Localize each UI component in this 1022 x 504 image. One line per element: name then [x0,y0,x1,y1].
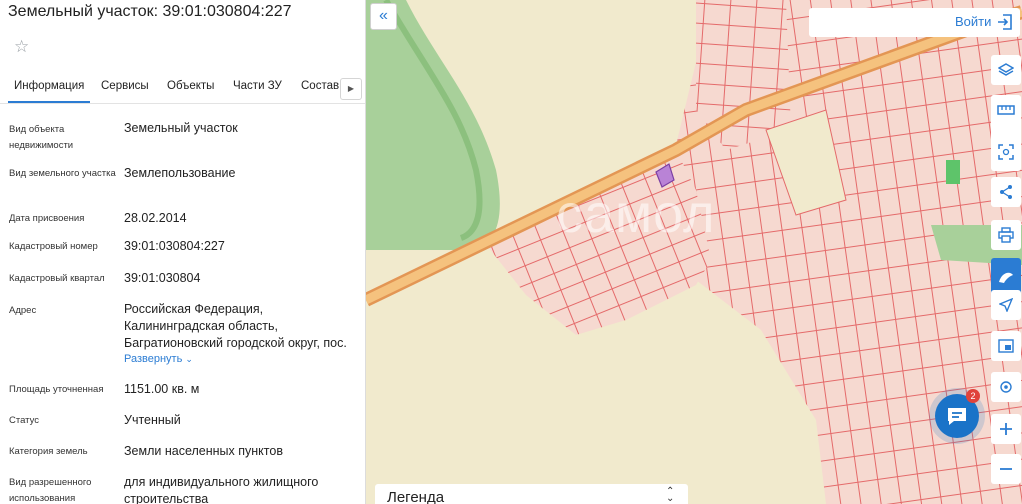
locate-icon[interactable] [991,290,1021,320]
value-land-category: Земли населенных пунктов [124,444,283,458]
expand-link[interactable]: Развернуть ⌄ [124,353,193,365]
label-cadastral-number: Кадастровый номер [9,241,98,252]
minimap-icon[interactable] [991,331,1021,361]
print-icon[interactable] [991,220,1021,250]
zoom-in-icon[interactable] [991,414,1021,444]
chevron-right-icon[interactable]: ▶ [340,78,362,100]
value-parcel-type: Землепользование [124,166,236,180]
label-land-category: Категория земель [9,446,88,457]
label-permitted-use: Вид разрешенного использования [9,477,92,504]
label-address: Адрес [9,305,37,316]
green-plot [946,160,960,184]
value-permitted-use: для индивидуального жилищного строительс… [124,475,319,504]
chat-badge: 2 [966,389,980,403]
share-icon[interactable] [991,177,1021,207]
chat-icon [948,408,966,425]
expand-label: Развернуть [124,353,183,365]
label-cadastral-block: Кадастровый квартал [9,273,105,284]
tab-parts[interactable]: Части ЗУ [233,80,282,92]
label-status: Статус [9,415,40,426]
tab-services[interactable]: Сервисы [101,80,149,92]
chevron-down-icon: ⌄ [185,354,193,364]
info-panel: Земельный участок: 39:01:030804:227 ☆ Ин… [0,0,366,504]
value-cadastral-block: 39:01:030804 [124,271,201,285]
map-canvas [366,0,1022,504]
panel-title: Земельный участок: 39:01:030804:227 [8,3,292,20]
map-watermark: самол [556,184,716,244]
ruler-icon[interactable] [991,95,1021,125]
label-assigned-date: Дата присвоения [9,213,85,224]
label-object-type: Вид объекта недвижимости [9,124,74,151]
login-icon[interactable] [996,13,1014,31]
value-status: Учтенный [124,413,181,427]
label-parcel-type: Вид земельного участка [9,168,116,179]
legend-label: Легенда [387,489,445,504]
login-button[interactable]: Войти [955,14,991,29]
layers-icon[interactable] [991,55,1021,85]
value-object-type: Земельный участок [124,121,238,135]
tab-composition[interactable]: Состав [301,80,339,92]
geolocation-icon[interactable] [991,372,1021,402]
zoom-out-icon[interactable] [991,454,1021,484]
value-area: 1151.00 кв. м [124,382,200,396]
tab-objects[interactable]: Объекты [167,80,214,92]
tab-bar: Информация Сервисы Объекты Части ЗУ Сост… [0,72,365,104]
star-outline-icon[interactable]: ☆ [14,38,29,55]
expand-collapse-icon[interactable]: ⌃ ⌄ [666,487,674,504]
label-area: Площадь уточненная [9,384,104,395]
select-area-icon[interactable] [991,137,1021,167]
double-chevron-left-icon[interactable]: « [370,3,397,30]
value-address: Российская Федерация, Калининградская об… [124,302,347,350]
cadastral-map[interactable]: самол [366,0,1022,504]
value-assigned-date: 28.02.2014 [124,211,187,225]
tab-information[interactable]: Информация [7,80,91,103]
value-cadastral-number: 39:01:030804:227 [124,239,225,253]
